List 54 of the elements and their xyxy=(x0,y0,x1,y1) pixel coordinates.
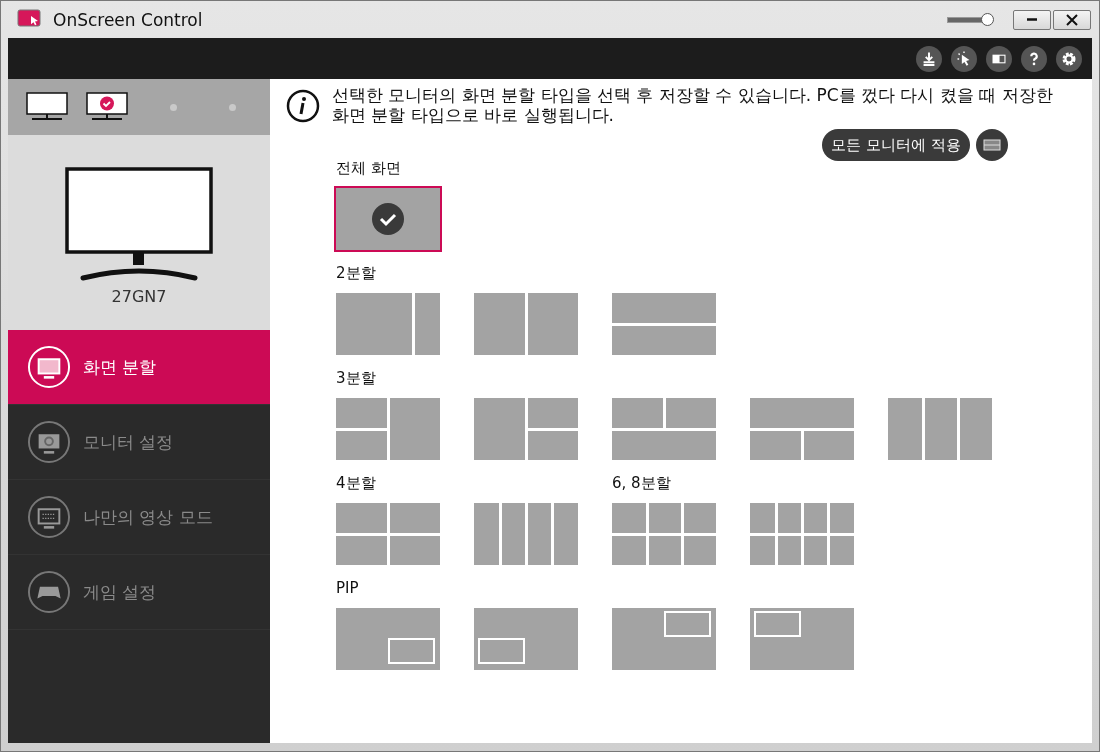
layout-icon xyxy=(983,139,1001,151)
picture-icon xyxy=(27,495,71,539)
window-title: OnScreen Control xyxy=(53,9,204,30)
close-button[interactable] xyxy=(1053,9,1091,30)
info-text: 선택한 모니터의 화면 분할 타입을 선택 후 저장할 수 있습니다. PC를 껐다 다시 켰을 때 저장한 화면 분할 타입으로 바로 실행됩니다. xyxy=(332,85,1054,125)
settings-icon[interactable] xyxy=(1056,45,1082,72)
section-title: 4분할 xyxy=(336,474,377,493)
layout-tile[interactable] xyxy=(612,608,716,670)
layout-tile[interactable] xyxy=(336,188,440,250)
pip-window-frame xyxy=(754,611,801,637)
minimize-button[interactable] xyxy=(1013,9,1051,30)
layout-tile[interactable] xyxy=(474,398,578,460)
section-title: PIP xyxy=(336,579,360,598)
page-dot[interactable] xyxy=(229,103,236,111)
layout-tile[interactable] xyxy=(750,398,854,460)
layout-tile[interactable] xyxy=(612,398,716,460)
download-icon[interactable] xyxy=(916,45,942,72)
help-icon[interactable] xyxy=(1021,45,1047,72)
gamepad-icon xyxy=(27,570,71,614)
section-title: 6, 8분할 xyxy=(612,474,672,493)
layout-tile[interactable] xyxy=(474,503,578,565)
layout-tile[interactable] xyxy=(888,398,992,460)
apply-all-button[interactable]: 모든 모니터에 적용 xyxy=(822,129,970,161)
layout-tile[interactable] xyxy=(750,608,854,670)
zoom-slider[interactable] xyxy=(947,16,993,23)
section-title: 전체 화면 xyxy=(336,159,402,178)
nav-item[interactable]: 화면 분할 xyxy=(8,330,270,405)
split-screen-icon[interactable] xyxy=(986,45,1012,72)
layout-tile[interactable] xyxy=(612,293,716,355)
monitor-model-name: 27GN7 xyxy=(111,287,167,306)
layout-tile[interactable] xyxy=(336,293,440,355)
layout-tile[interactable] xyxy=(336,398,440,460)
layout-tile[interactable] xyxy=(474,293,578,355)
section-title: 2분할 xyxy=(336,264,377,283)
info-icon xyxy=(286,89,320,123)
check-icon xyxy=(372,203,404,235)
minimize-icon xyxy=(1026,18,1038,21)
layout-tile[interactable] xyxy=(336,608,440,670)
page-dot[interactable] xyxy=(170,103,177,111)
layout-tile[interactable] xyxy=(612,503,716,565)
layout-toggle-button[interactable] xyxy=(976,129,1008,161)
cursor-icon[interactable] xyxy=(951,45,977,72)
pip-window-frame xyxy=(664,611,711,637)
layout-tile[interactable] xyxy=(750,503,854,565)
monitor-icon[interactable] xyxy=(86,92,128,122)
layout-tile[interactable] xyxy=(474,608,578,670)
gear-icon xyxy=(27,420,71,464)
screen-icon xyxy=(27,345,71,389)
section-title: 3분할 xyxy=(336,369,377,388)
pip-window-frame xyxy=(478,638,525,664)
close-icon xyxy=(1066,13,1078,26)
layout-tile[interactable] xyxy=(336,503,440,565)
monitor-icon[interactable] xyxy=(26,92,68,122)
pip-window-frame xyxy=(388,638,435,664)
